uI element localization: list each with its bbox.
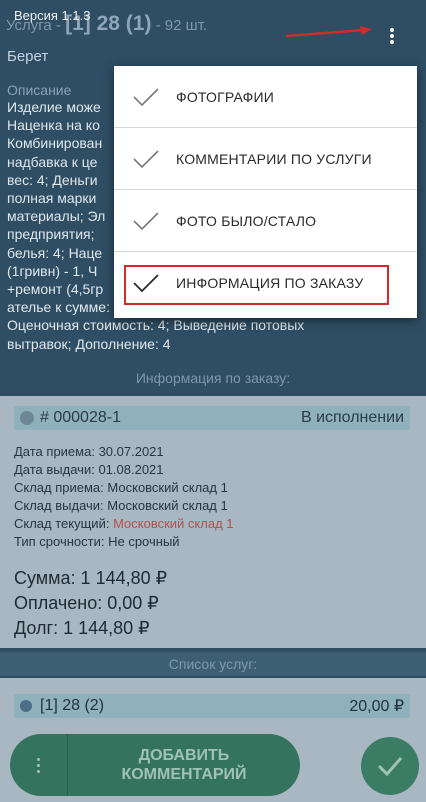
field-store-received: Склад приема: Московский склад 1 [14,480,228,495]
menu-item-comments[interactable]: КОММЕНТАРИИ ПО УСЛУГИ [114,128,417,190]
checkmark-icon [377,757,403,777]
order-sum: Сумма: 1 144,80 ₽ [14,568,168,588]
more-vertical-icon [37,757,40,773]
menu-item-label: КОММЕНТАРИИ ПО УСЛУГИ [176,150,372,167]
check-icon [133,212,159,231]
app-version: Версия 1.1.3 [14,8,91,23]
confirm-button[interactable] [361,737,419,795]
annotation-arrow-icon [286,26,372,38]
field-store-issued: Склад выдачи: Московский склад 1 [14,498,228,513]
annotation-highlight-box [124,265,389,305]
services-label: Список услуг: [0,652,426,676]
order-header[interactable]: # 000028-1 В исполнении [14,406,410,430]
field-store-current: Склад текущий: Московский склад 1 [14,516,234,531]
field-urgency: Тип срочности: Не срочный [14,534,180,549]
overflow-menu-icon[interactable] [383,26,401,46]
field-date-issued: Дата выдачи: 01.08.2021 [14,462,164,477]
order-info-label: Информация по заказу: [135,370,291,386]
description-line: Оценочная стоимость: 4; Выведение потовы… [7,317,305,334]
order-paid: Оплачено: 0,00 ₽ [14,593,159,613]
bottom-action-bar: ДОБАВИТЬ КОММЕНТАРИЙ [10,734,300,796]
service-name: [1] 28 (2) [40,697,105,714]
service-price: 20,00 ₽ [349,698,404,715]
order-status-icon [20,411,34,425]
more-options-button[interactable] [10,734,68,796]
order-info-card: # 000028-1 В исполнении Дата приема: 30.… [0,396,426,648]
order-number: # 000028-1 [40,409,121,426]
field-date-received: Дата приема: 30.07.2021 [14,444,164,459]
list-item[interactable]: [1] 28 (2) 20,00 ₽ [14,694,410,718]
check-icon [133,88,159,107]
description-line: вытравок; Дополнение: 4 [7,335,171,352]
order-debt: Долг: 1 144,80 ₽ [14,618,150,638]
item-name: Берет [7,48,49,65]
menu-item-label: ФОТОГРАФИИ [176,88,274,105]
description-label: Описание [7,82,72,98]
add-comment-button[interactable]: ДОБАВИТЬ КОММЕНТАРИЙ [68,746,300,784]
check-icon [133,150,159,169]
menu-item-photos[interactable]: ФОТОГРАФИИ [114,66,417,128]
service-quantity: - 92 шт. [155,17,208,34]
order-status: В исполнении [300,409,404,426]
menu-item-label: ФОТО БЫЛО/СТАЛО [176,212,317,229]
service-info-icon [20,700,32,712]
menu-item-before-after[interactable]: ФОТО БЫЛО/СТАЛО [114,190,417,252]
